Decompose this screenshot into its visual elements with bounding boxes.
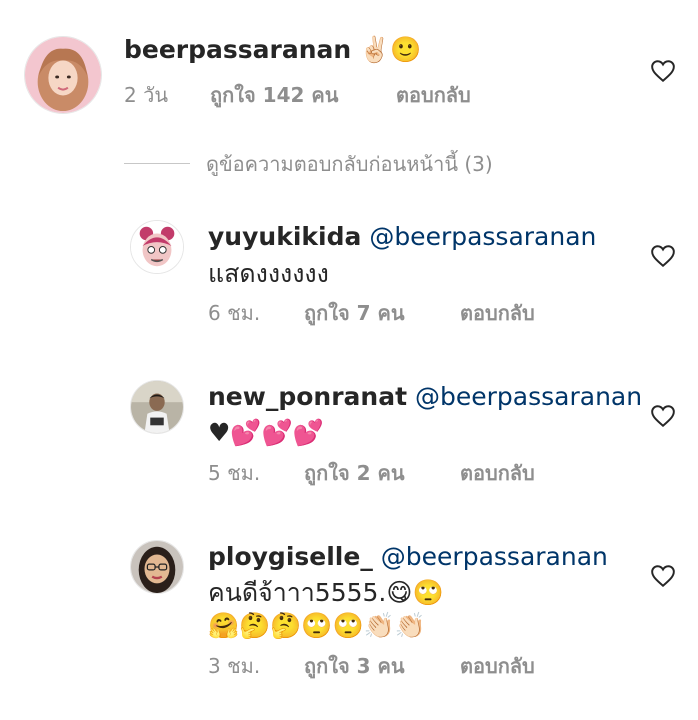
reply-reply-button[interactable]: ตอบกลับ xyxy=(460,300,535,326)
reply-username[interactable]: new_ponranat xyxy=(208,382,407,411)
reply-text-line2: 🤗🤔🤔🙄🙄👏🏻👏🏻 xyxy=(208,611,426,640)
comment-time[interactable]: 2 วัน xyxy=(124,82,168,108)
avatar-beerpassaranan[interactable] xyxy=(24,36,102,114)
reply-reply-button[interactable]: ตอบกลับ xyxy=(460,653,535,679)
reply-mention-link[interactable]: @beerpassaranan xyxy=(369,222,596,251)
reply-meta: 6 ชม. ถูกใจ 7 คน ตอบกลับ xyxy=(208,300,588,326)
comment-likes[interactable]: ถูกใจ 142 คน xyxy=(210,82,338,108)
reply-header: new_ponranat @beerpassaranan xyxy=(208,381,642,413)
reply-time[interactable]: 6 ชม. xyxy=(208,300,260,326)
reply-text: แสดงงงงงง xyxy=(208,259,329,288)
comment-text: ✌🏻🙂 xyxy=(359,35,422,64)
avatar-yuyukikida[interactable] xyxy=(130,220,184,274)
reply-mention-link[interactable]: @beerpassaranan xyxy=(381,542,608,571)
heart-outline-icon[interactable] xyxy=(650,58,676,84)
avatar-new-ponranat[interactable] xyxy=(130,380,184,434)
reply-mention-link[interactable]: @beerpassaranan xyxy=(415,382,642,411)
avatar-ploygiselle[interactable] xyxy=(130,540,184,594)
reply-header: yuyukikida @beerpassaranan xyxy=(208,221,596,253)
reply-text: คนดีจ้าาา5555.😋🙄 xyxy=(208,578,444,607)
view-previous-replies-label: ดูข้อความตอบกลับก่อนหน้านี้ (3) xyxy=(206,152,493,176)
reply-username[interactable]: ploygiselle_ xyxy=(208,542,373,571)
heart-outline-icon[interactable] xyxy=(650,243,676,269)
reply-time[interactable]: 5 ชม. xyxy=(208,460,260,486)
heart-outline-icon[interactable] xyxy=(650,563,676,589)
reply-text: ♥💕💕💕 xyxy=(208,418,324,447)
reply-meta: 5 ชม. ถูกใจ 2 คน ตอบกลับ xyxy=(208,460,588,486)
comment-header: beerpassaranan ✌🏻🙂 xyxy=(124,34,421,66)
reply-meta: 3 ชม. ถูกใจ 3 คน ตอบกลับ xyxy=(208,653,588,679)
comment-reply-button[interactable]: ตอบกลับ xyxy=(396,82,471,108)
reply-username[interactable]: yuyukikida xyxy=(208,222,361,251)
heart-outline-icon[interactable] xyxy=(650,403,676,429)
reply-time[interactable]: 3 ชม. xyxy=(208,653,260,679)
comment-username[interactable]: beerpassaranan xyxy=(124,35,351,64)
divider-line xyxy=(124,163,190,164)
reply-header: ploygiselle_ @beerpassaranan xyxy=(208,541,608,573)
reply-likes[interactable]: ถูกใจ 7 คน xyxy=(304,300,405,326)
comment-meta: 2 วัน ถูกใจ 142 คน ตอบกลับ xyxy=(124,82,544,108)
reply-likes[interactable]: ถูกใจ 2 คน xyxy=(304,460,405,486)
reply-likes[interactable]: ถูกใจ 3 คน xyxy=(304,653,405,679)
reply-reply-button[interactable]: ตอบกลับ xyxy=(460,460,535,486)
